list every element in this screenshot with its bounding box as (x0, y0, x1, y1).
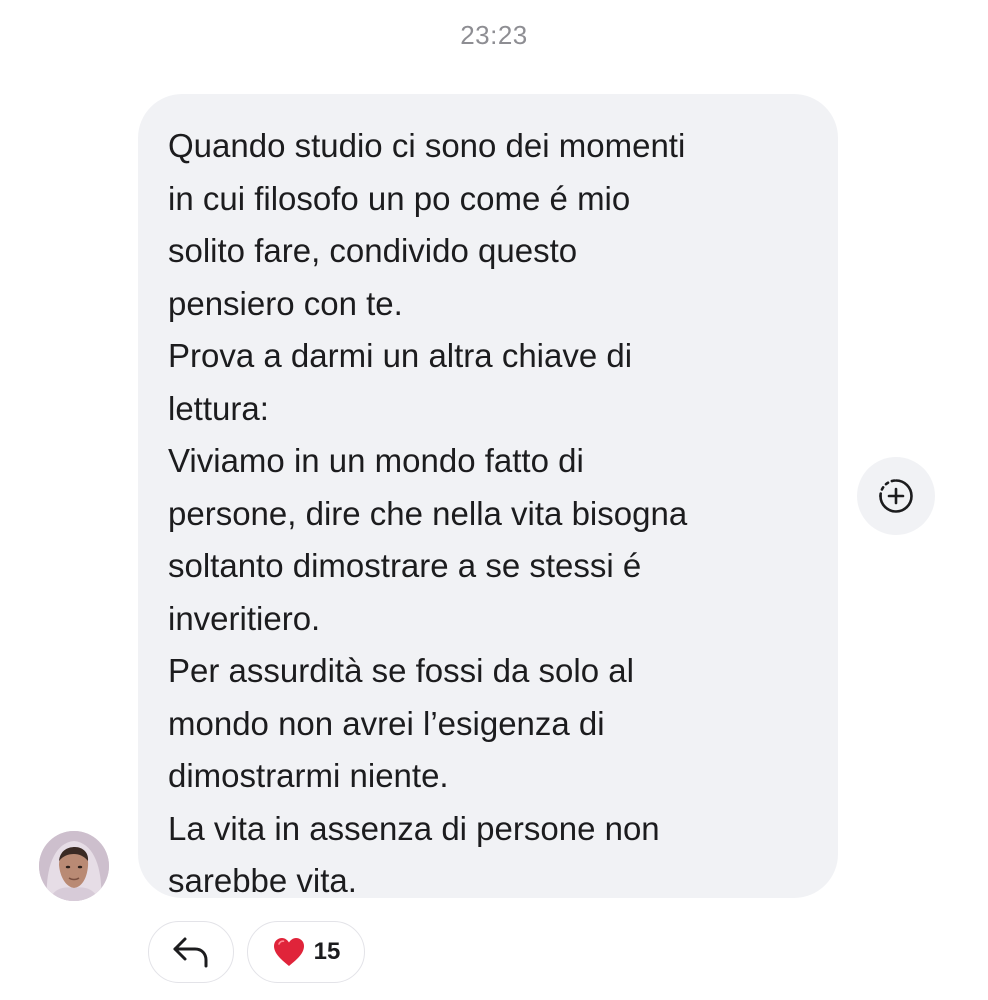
heart-icon (273, 938, 304, 966)
message-line: inveritiero. (168, 599, 321, 637)
message-bubble[interactable]: Quando studio ci sono dei momenti in cui… (138, 94, 838, 899)
message-timestamp: 23:23 (460, 20, 528, 50)
message-paragraph: Viviamo in un mondo fatto di persone, di… (168, 435, 818, 645)
message-line: Viviamo in un mondo fatto di (168, 442, 584, 479)
message-paragraph: Per assurdità se fossi da solo al mondo … (168, 645, 818, 803)
message-line: in cui filosofo un po come é mio (168, 179, 631, 217)
message-line: persone, dire che nella vita bisogna (168, 494, 688, 532)
message-line: sarebbe vita. (168, 862, 357, 899)
message-line: dimostrarmi niente. (168, 757, 449, 794)
message-line: solito fare, condivido questo (168, 232, 578, 269)
message-paragraph: Quando studio ci sono dei momenti in cui… (168, 120, 818, 330)
heart-reaction-button[interactable]: 15 (247, 921, 365, 983)
message-paragraph: La vita in assenza di persone non sarebb… (168, 803, 818, 908)
message-line: mondo non avrei l’esigenza di (168, 704, 605, 742)
add-reaction-button[interactable] (857, 457, 935, 535)
message-line: La vita in assenza di persone non (168, 809, 660, 847)
reply-arrow-icon (173, 937, 208, 968)
reaction-count: 15 (313, 938, 341, 965)
add-reaction-icon (879, 479, 913, 513)
message-line: lettura: (168, 389, 269, 427)
user-avatar-image (39, 831, 109, 901)
sender-avatar[interactable] (39, 831, 109, 901)
message-line: soltanto dimostrare a se stessi é (168, 547, 642, 584)
message-line: Per assurdità se fossi da solo al (168, 652, 634, 689)
message-line: Quando studio ci sono dei momenti (168, 127, 686, 164)
reply-button[interactable] (148, 921, 234, 983)
message-line: Prova a darmi un altra chiave di (168, 337, 633, 374)
message-paragraph: Prova a darmi un altra chiave di lettura… (168, 330, 818, 435)
message-line: pensiero con te. (168, 284, 403, 322)
